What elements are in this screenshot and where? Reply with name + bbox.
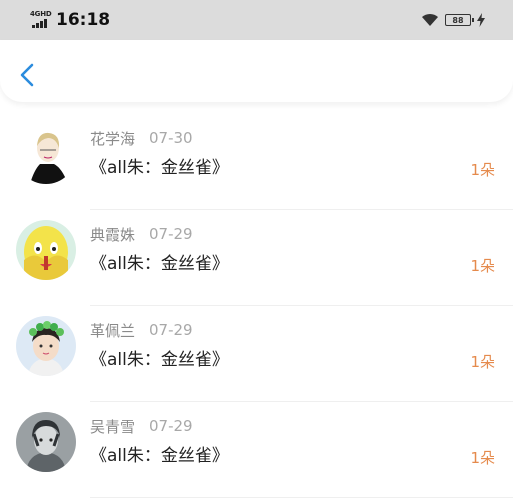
- network-type: 4GHD: [30, 10, 52, 18]
- list-item[interactable]: 典霞姝 07-29 《all朱：金丝雀》 1朵: [0, 210, 513, 306]
- item-date: 07-29: [149, 417, 193, 435]
- item-meta: 花学海 07-30: [90, 128, 193, 148]
- user-name: 革佩兰: [90, 321, 136, 340]
- user-name: 花学海: [90, 129, 136, 148]
- item-date: 07-29: [149, 225, 193, 243]
- avatar[interactable]: [16, 220, 76, 280]
- status-left: 4GHD 16:18: [30, 10, 110, 30]
- flower-count: 1朵: [470, 257, 495, 275]
- flower-crown-avatar: [16, 316, 76, 376]
- book-title[interactable]: 《all朱：金丝雀》: [90, 444, 229, 468]
- signal-icon: 4GHD: [30, 10, 52, 30]
- book-title[interactable]: 《all朱：金丝雀》: [90, 348, 229, 372]
- item-meta: 典霞姝 07-29: [90, 224, 193, 244]
- list-item[interactable]: 花学海 07-30 《all朱：金丝雀》 1朵: [0, 114, 513, 210]
- status-bar: 4GHD 16:18 88: [0, 0, 513, 40]
- gift-list: 花学海 07-30 《all朱：金丝雀》 1朵 典霞姝 07-29 《all朱：…: [0, 114, 513, 498]
- chevron-left-icon: [20, 63, 34, 87]
- grey-portrait-avatar: [16, 412, 76, 472]
- charging-icon: [477, 13, 485, 27]
- clock: 16:18: [56, 10, 111, 30]
- list-item[interactable]: 吴青雪 07-29 《all朱：金丝雀》 1朵: [0, 402, 513, 498]
- yellow-character-avatar: [16, 220, 76, 280]
- battery-icon: 88: [445, 14, 474, 26]
- user-name: 吴青雪: [90, 417, 136, 436]
- book-title[interactable]: 《all朱：金丝雀》: [90, 156, 229, 180]
- flower-count: 1朵: [470, 353, 495, 371]
- list-item[interactable]: 革佩兰 07-29 《all朱：金丝雀》 1朵: [0, 306, 513, 402]
- illustrated-person-avatar: [16, 124, 76, 184]
- avatar[interactable]: [16, 316, 76, 376]
- item-date: 07-29: [149, 321, 193, 339]
- item-date: 07-30: [149, 129, 193, 147]
- item-meta: 吴青雪 07-29: [90, 416, 193, 436]
- book-title[interactable]: 《all朱：金丝雀》: [90, 252, 229, 276]
- avatar[interactable]: [16, 124, 76, 184]
- back-button[interactable]: [12, 60, 42, 90]
- status-right: 88: [421, 11, 485, 29]
- item-meta: 革佩兰 07-29: [90, 320, 193, 340]
- avatar[interactable]: [16, 412, 76, 472]
- flower-count: 1朵: [470, 161, 495, 179]
- user-name: 典霞姝: [90, 225, 136, 244]
- wifi-icon: [422, 13, 438, 26]
- flower-count: 1朵: [470, 449, 495, 467]
- battery-level: 88: [452, 15, 464, 25]
- nav-bar: [0, 40, 513, 102]
